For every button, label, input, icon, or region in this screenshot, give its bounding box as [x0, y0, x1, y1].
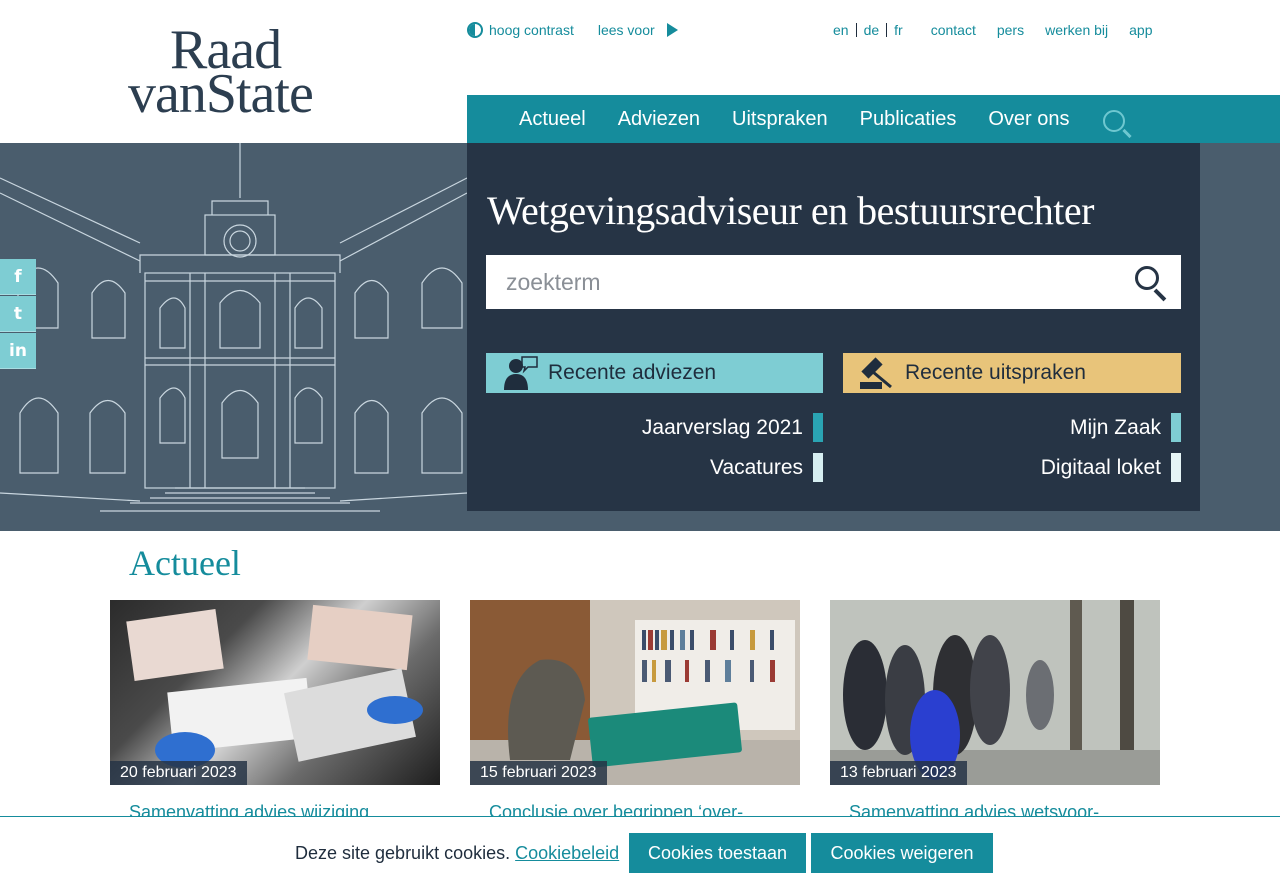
recent-rulings-button[interactable]: Recente uitspraken	[843, 353, 1181, 393]
play-icon	[666, 23, 678, 37]
utility-left: hoog contrast lees voor	[467, 22, 678, 38]
section-title-actueel: Actueel	[129, 543, 241, 583]
lang-de[interactable]: de	[855, 23, 887, 37]
link-jaarverslag[interactable]: Jaarverslag 2021	[486, 413, 823, 442]
lang-en[interactable]: en	[833, 23, 856, 37]
link-jaarverslag-label: Jaarverslag 2021	[641, 415, 803, 439]
utility-right: en de fr contact pers werken bij app	[833, 22, 1173, 38]
news-image-library: 15 februari 2023	[470, 600, 800, 785]
cookies-accept-button[interactable]: Cookies toestaan	[629, 833, 806, 873]
news-card[interactable]: 13 februari 2023 Samenvatting advies wet…	[830, 600, 1160, 824]
link-mijn-zaak-label: Mijn Zaak	[1069, 415, 1161, 439]
nav-publicaties[interactable]: Publicaties	[860, 108, 957, 131]
recent-advice-button[interactable]: Recente adviezen	[486, 353, 823, 393]
contrast-icon	[467, 22, 483, 38]
building-illustration	[0, 143, 467, 512]
news-image-people-walking: 13 februari 2023	[830, 600, 1160, 785]
logo-line2: vanState	[128, 63, 314, 125]
linkedin-icon[interactable]: in	[0, 333, 36, 369]
hero-panel: Wetgevingsadviseur en bestuursrechter Re…	[467, 143, 1200, 511]
gavel-icon	[860, 357, 892, 389]
read-aloud-label: lees voor	[597, 22, 655, 38]
cookie-banner: Deze site gebruikt cookies. Cookiebeleid…	[0, 816, 1280, 887]
high-contrast-label: hoog contrast	[489, 22, 574, 38]
link-mijn-zaak[interactable]: Mijn Zaak	[843, 413, 1181, 442]
nav-uitspraken[interactable]: Uitspraken	[732, 108, 828, 131]
high-contrast-toggle[interactable]: hoog contrast	[467, 22, 574, 38]
raad-van-state-logo[interactable]: Raad vanState	[128, 22, 328, 125]
link-werken-bij[interactable]: werken bij	[1045, 22, 1108, 38]
link-vacatures-label: Vacatures	[710, 455, 803, 479]
main-nav: Actueel Adviezen Uitspraken Publicaties …	[467, 95, 1280, 143]
news-date: 13 februari 2023	[830, 761, 967, 785]
link-marker	[1171, 413, 1181, 442]
link-contact[interactable]: contact	[931, 22, 976, 38]
facebook-icon[interactable]: f	[0, 259, 36, 295]
hero-search	[486, 255, 1181, 309]
cookie-policy-link[interactable]: Cookiebeleid	[515, 843, 619, 863]
nav-adviezen[interactable]: Adviezen	[618, 108, 700, 131]
news-date: 20 februari 2023	[110, 761, 247, 785]
link-digitaal-loket-label: Digitaal loket	[1040, 455, 1161, 479]
lang-fr[interactable]: fr	[886, 23, 910, 37]
cookie-text: Deze site gebruikt cookies.	[295, 843, 511, 863]
link-marker	[813, 453, 823, 482]
hero-title: Wetgevingsadviseur en bestuursrechter	[487, 188, 1094, 233]
link-pers[interactable]: pers	[997, 22, 1024, 38]
search-input[interactable]	[486, 257, 1116, 307]
news-card[interactable]: 20 februari 2023 Samenvatting advies wij…	[110, 600, 440, 824]
speaker-icon	[504, 356, 538, 390]
nav-over-ons[interactable]: Over ons	[988, 108, 1069, 131]
link-marker	[813, 413, 823, 442]
link-marker	[1171, 453, 1181, 482]
recent-rulings-label: Recente uitspraken	[905, 361, 1086, 384]
search-submit-icon[interactable]	[1135, 266, 1167, 302]
news-card[interactable]: 15 februari 2023 Conclusie over begrippe…	[470, 600, 800, 824]
read-aloud-button[interactable]: lees voor	[598, 22, 678, 38]
cookies-decline-button[interactable]: Cookies weigeren	[811, 833, 993, 873]
search-icon[interactable]	[1103, 110, 1126, 132]
twitter-icon[interactable]: t	[0, 296, 36, 332]
nav-actueel[interactable]: Actueel	[519, 108, 586, 131]
news-image-passports: 20 februari 2023	[110, 600, 440, 785]
link-app[interactable]: app	[1129, 22, 1152, 38]
link-digitaal-loket[interactable]: Digitaal loket	[843, 453, 1181, 482]
cookie-text-wrap: Deze site gebruikt cookies. Cookiebeleid	[295, 843, 619, 864]
recent-advice-label: Recente adviezen	[548, 361, 717, 384]
news-date: 15 februari 2023	[470, 761, 607, 785]
link-vacatures[interactable]: Vacatures	[486, 453, 823, 482]
